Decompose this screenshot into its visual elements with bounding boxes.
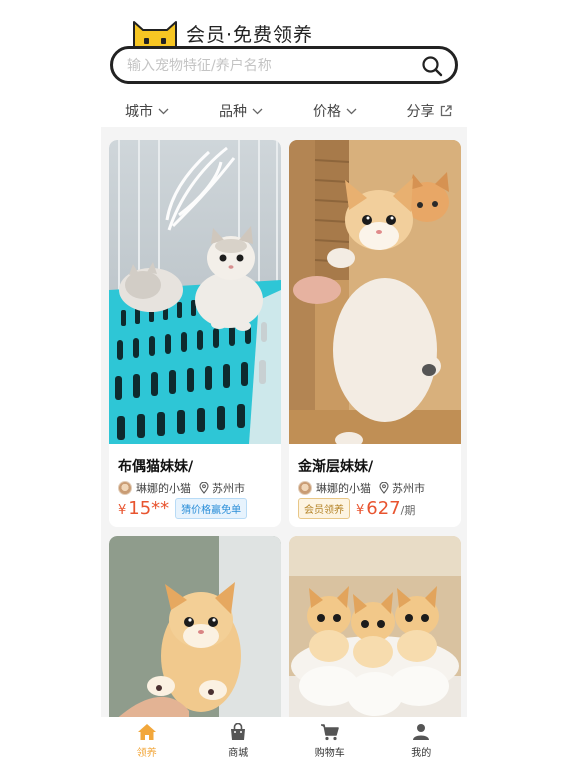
filter-bar: 城市 品种 价格 分享 xyxy=(100,96,476,126)
search-icon[interactable] xyxy=(421,55,443,77)
tab-mine-label: 我的 xyxy=(411,748,432,759)
price-row: 会员领养 ¥627/期 xyxy=(298,498,415,519)
guess-price-tag[interactable]: 猜价格赢免单 xyxy=(175,498,248,519)
card-meta: 琳娜的小猫 苏州市 xyxy=(118,480,245,496)
shop-bag-icon xyxy=(231,723,246,740)
home-icon xyxy=(137,724,156,740)
tab-adopt[interactable]: 领养 xyxy=(101,717,193,768)
city: 苏州市 xyxy=(392,482,425,495)
filter-price-label: 价格 xyxy=(313,104,341,120)
avatar xyxy=(298,481,312,495)
filter-share[interactable]: 分享 xyxy=(382,96,476,126)
chevron-down-icon xyxy=(346,108,357,114)
member-adopt-tag[interactable]: 会员领养 xyxy=(298,498,350,519)
pet-photo xyxy=(109,140,281,444)
pet-card[interactable] xyxy=(289,536,461,717)
filter-city-label: 城市 xyxy=(125,104,153,120)
price: ¥15** xyxy=(118,498,169,519)
pet-photo xyxy=(289,140,461,444)
slogan: 会员·免费领养 xyxy=(186,24,314,46)
chevron-down-icon xyxy=(158,108,169,114)
price-value: 627 xyxy=(366,498,401,519)
bottom-tab-bar: 领养 商城 购物车 我的 xyxy=(101,717,467,768)
price-row: ¥15** 猜价格赢免单 xyxy=(118,498,248,519)
location: 苏州市 xyxy=(379,480,425,496)
filter-share-label: 分享 xyxy=(406,104,435,120)
search-input[interactable] xyxy=(127,55,417,77)
pet-card[interactable]: 布偶猫妹妹/ 琳娜的小猫 苏州市 ¥15** 猜价格赢免单 xyxy=(109,140,281,527)
tab-shop-label: 商城 xyxy=(228,748,249,759)
filter-city[interactable]: 城市 xyxy=(100,96,194,126)
pet-card[interactable]: 金渐层妹妹/ 琳娜的小猫 苏州市 会员领养 ¥627/期 xyxy=(289,140,461,527)
currency-symbol: ¥ xyxy=(356,503,365,518)
header: 会员·免费领养 xyxy=(0,0,576,95)
city: 苏州市 xyxy=(212,482,245,495)
card-title: 布偶猫妹妹/ xyxy=(118,459,194,475)
tab-mine[interactable]: 我的 xyxy=(376,717,468,768)
price: ¥627/期 xyxy=(356,498,415,519)
user-icon xyxy=(413,724,430,740)
share-icon xyxy=(440,105,452,117)
card-meta: 琳娜的小猫 苏州市 xyxy=(298,480,425,496)
tab-shop[interactable]: 商城 xyxy=(193,717,285,768)
pet-photo xyxy=(109,536,281,717)
pet-list: 布偶猫妹妹/ 琳娜的小猫 苏州市 ¥15** 猜价格赢免单 金渐层妹妹/ 琳娜的… xyxy=(101,127,467,717)
filter-price[interactable]: 价格 xyxy=(288,96,382,126)
tab-cart-label: 购物车 xyxy=(314,748,345,759)
price-value: 15** xyxy=(128,498,170,519)
location-pin-icon xyxy=(379,482,389,494)
chevron-down-icon xyxy=(252,108,263,114)
seller-name: 琳娜的小猫 xyxy=(136,482,191,495)
location: 苏州市 xyxy=(199,480,245,496)
cart-icon xyxy=(320,724,339,741)
pet-card[interactable] xyxy=(109,536,281,717)
search-bar[interactable] xyxy=(110,46,458,84)
seller-name: 琳娜的小猫 xyxy=(316,482,371,495)
currency-symbol: ¥ xyxy=(118,503,127,518)
tab-cart[interactable]: 购物车 xyxy=(284,717,376,768)
location-pin-icon xyxy=(199,482,209,494)
filter-breed-label: 品种 xyxy=(219,104,247,120)
avatar xyxy=(118,481,132,495)
pet-photo xyxy=(289,536,461,717)
card-title: 金渐层妹妹/ xyxy=(298,459,374,475)
tab-adopt-label: 领养 xyxy=(136,748,157,759)
filter-breed[interactable]: 品种 xyxy=(194,96,288,126)
price-unit: /期 xyxy=(400,504,416,517)
